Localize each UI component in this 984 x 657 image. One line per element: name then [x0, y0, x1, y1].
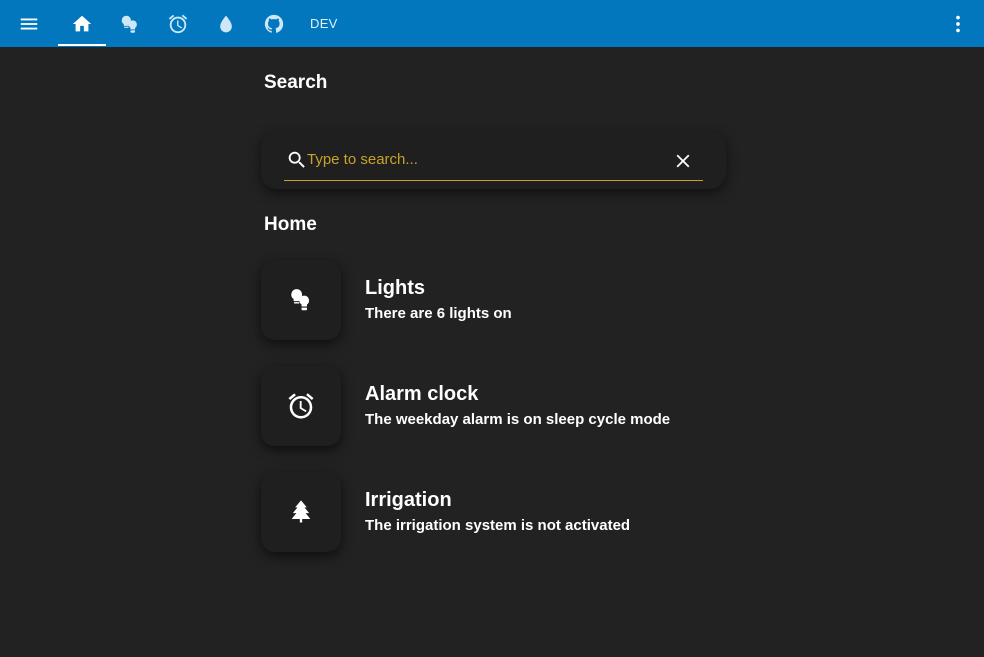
- tab-dev[interactable]: DEV: [310, 0, 338, 47]
- search-card: [261, 131, 726, 189]
- pine-tree-icon: [291, 500, 311, 523]
- alarm-clock-icon: [168, 14, 188, 33]
- search-field: [284, 141, 703, 181]
- alarm-clock-subtitle: The weekday alarm is on sleep cycle mode: [365, 411, 671, 428]
- home-section-title: Home: [264, 214, 317, 235]
- tab-home[interactable]: [58, 0, 106, 47]
- tab-github[interactable]: [250, 0, 298, 47]
- irrigation-title[interactable]: Irrigation: [365, 489, 452, 512]
- alarm-clock-icon: [288, 393, 314, 419]
- search-section-title: Search: [264, 72, 328, 93]
- alarm-clock-tile[interactable]: [261, 366, 341, 446]
- lights-title[interactable]: Lights: [365, 277, 425, 300]
- more-vertical-icon[interactable]: [934, 0, 982, 47]
- top-app-bar: DEV: [0, 0, 984, 47]
- alarm-clock-title[interactable]: Alarm clock: [365, 383, 478, 406]
- tab-alarm[interactable]: [154, 0, 202, 47]
- search-icon: [288, 151, 305, 168]
- irrigation-tile[interactable]: [261, 472, 341, 552]
- lights-subtitle: There are 6 lights on: [365, 305, 512, 322]
- lightbulbs-icon: [291, 289, 310, 311]
- water-drop-icon: [220, 15, 232, 32]
- close-icon[interactable]: [672, 150, 694, 172]
- menu-icon[interactable]: [5, 0, 53, 47]
- search-input[interactable]: [307, 148, 657, 170]
- tab-lights[interactable]: [106, 0, 154, 47]
- lights-tile[interactable]: [261, 260, 341, 340]
- tab-irrigation[interactable]: [202, 0, 250, 47]
- home-icon: [72, 15, 92, 31]
- active-tab-indicator: [58, 44, 106, 46]
- irrigation-subtitle: The irrigation system is not activated: [365, 517, 631, 534]
- github-icon: [264, 14, 284, 33]
- lightbulbs-icon: [121, 15, 137, 33]
